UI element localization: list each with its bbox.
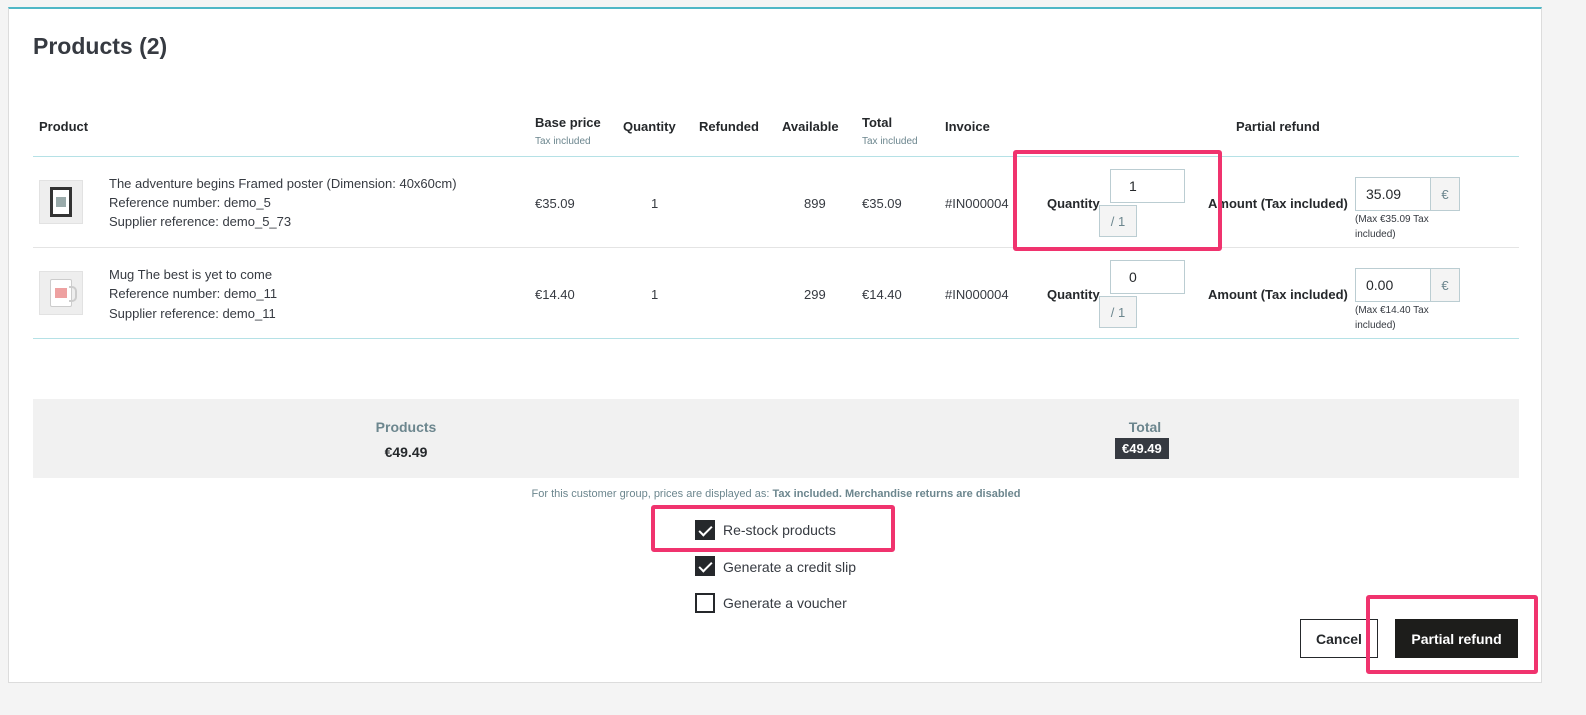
note-tax-mode: Tax included <box>772 488 839 500</box>
tax-display-note: For this customer group, prices are disp… <box>531 488 1021 500</box>
summary-total-badge: €49.49 <box>1115 438 1169 459</box>
col-total-sub: Tax included <box>862 136 918 147</box>
refund-quantity-input[interactable]: 0 <box>1110 260 1185 294</box>
summary-products-label: Products <box>375 419 437 435</box>
quantity: 1 <box>651 287 659 302</box>
col-partial-refund: Partial refund <box>1236 119 1320 134</box>
col-base-price: Base price <box>535 115 601 130</box>
available: 299 <box>804 287 826 302</box>
supplier-reference: Supplier reference: demo_11 <box>109 306 276 321</box>
voucher-checkbox[interactable] <box>695 593 715 613</box>
product-reference: Reference number: demo_5 <box>109 195 271 210</box>
product-reference: Reference number: demo_11 <box>109 286 278 301</box>
refund-amount-max: (Max €14.40 Tax included) <box>1355 305 1429 331</box>
refund-quantity-max: / 1 <box>1099 205 1137 237</box>
col-base-price-sub: Tax included <box>535 136 591 147</box>
refund-amount-label: Amount (Tax included) <box>1208 287 1348 302</box>
row-total: €14.40 <box>862 287 902 302</box>
base-price: €35.09 <box>535 196 575 211</box>
currency-addon: € <box>1430 177 1460 211</box>
available: 899 <box>804 196 826 211</box>
poster-image-icon <box>50 187 72 217</box>
row-divider <box>33 247 1519 248</box>
credit-slip-checkbox[interactable] <box>695 556 715 576</box>
note-returns: Merchandise returns are disabled <box>844 488 1021 500</box>
supplier-reference: Supplier reference: demo_5_73 <box>109 214 292 229</box>
invoice-number[interactable]: #IN000004 <box>945 196 1009 211</box>
refund-quantity-label: Quantity <box>1047 196 1100 211</box>
note-prefix: For this customer group, prices are disp… <box>531 488 770 500</box>
col-total: Total <box>862 115 893 130</box>
refund-quantity-max: / 1 <box>1099 296 1137 328</box>
currency-addon: € <box>1430 268 1460 302</box>
product-name[interactable]: Mug The best is yet to come <box>109 267 272 282</box>
page-title: Products (2) <box>33 33 168 59</box>
col-quantity: Quantity <box>623 119 676 134</box>
col-invoice: Invoice <box>945 119 990 134</box>
refund-amount-max: (Max €35.09 Tax included) <box>1355 214 1429 240</box>
table-bottom-divider <box>33 338 1519 339</box>
restock-checkbox[interactable] <box>695 520 715 540</box>
voucher-label[interactable]: Generate a voucher <box>723 595 847 611</box>
invoice-number[interactable]: #IN000004 <box>945 287 1009 302</box>
mug-image-icon <box>50 279 77 307</box>
product-name[interactable]: The adventure begins Framed poster (Dime… <box>109 176 457 191</box>
col-available: Available <box>782 119 839 134</box>
refund-amount-label: Amount (Tax included) <box>1208 196 1348 211</box>
col-refunded: Refunded <box>699 119 759 134</box>
product-thumbnail[interactable] <box>39 180 83 224</box>
restock-label[interactable]: Re-stock products <box>723 522 836 538</box>
refund-summary: Products €49.49 Total €49.49 <box>33 399 1519 478</box>
summary-products-value: €49.49 <box>384 444 428 460</box>
refund-quantity-input[interactable]: 1 <box>1110 169 1185 203</box>
row-total: €35.09 <box>862 196 902 211</box>
quantity: 1 <box>651 196 659 211</box>
refund-amount-input[interactable]: 0.00 <box>1355 268 1431 302</box>
col-product: Product <box>39 119 89 134</box>
header-divider <box>33 156 1519 157</box>
refund-amount-input[interactable]: 35.09 <box>1355 177 1431 211</box>
summary-total-label: Total <box>1128 419 1162 435</box>
products-card: Products (2) Product Base price Tax incl… <box>8 7 1542 683</box>
credit-slip-label[interactable]: Generate a credit slip <box>723 559 856 575</box>
cancel-button[interactable]: Cancel <box>1300 619 1378 658</box>
product-thumbnail[interactable] <box>39 271 83 315</box>
refund-quantity-label: Quantity <box>1047 287 1100 302</box>
partial-refund-button[interactable]: Partial refund <box>1395 619 1518 658</box>
base-price: €14.40 <box>535 287 575 302</box>
